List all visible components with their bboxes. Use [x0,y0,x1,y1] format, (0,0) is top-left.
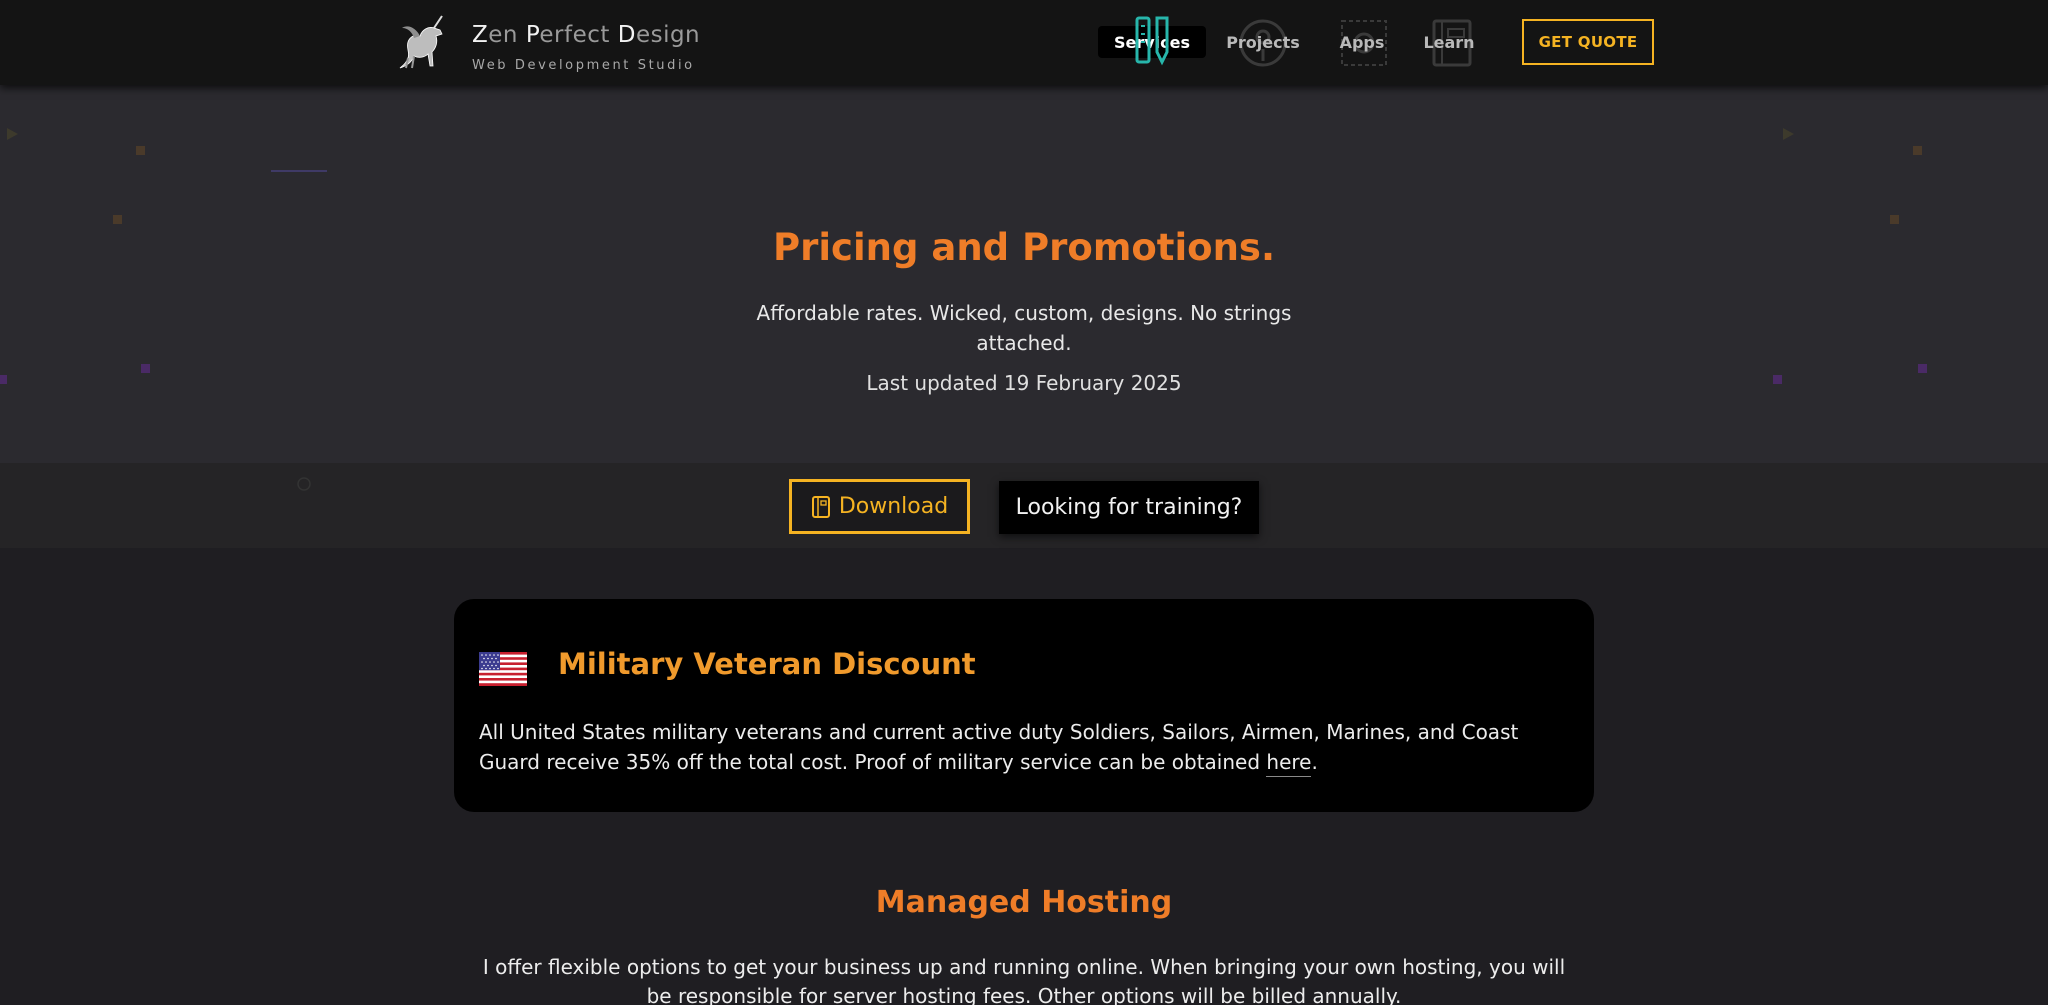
military-proof-link[interactable]: here [1266,750,1312,777]
action-band: Download Looking for training? [0,463,2048,548]
managed-hosting-text: I offer flexible options to get your bus… [482,955,1566,1005]
nav-services[interactable]: Services [1098,16,1206,67]
logo-subtitle: Web Development Studio [472,58,695,73]
nav-projects[interactable]: Projects [1218,17,1308,67]
veteran-discount-card: Military Veteran Discount All United Sta… [454,599,1594,812]
last-updated: Last updated 19 February 2025 [866,371,1182,395]
page-title: Pricing and Promotions. [772,226,1275,269]
square-decoration [1913,146,1922,155]
line-decoration [271,170,327,172]
triangle-decoration-icon [7,128,18,140]
nav-services-label: Services [1113,32,1191,52]
document-icon [811,495,830,518]
square-decoration [1890,215,1899,224]
nav-learn[interactable]: Learn [1418,17,1480,67]
hero-section: Pricing and Promotions. Affordable rates… [0,85,2048,463]
nav-apps[interactable]: Apps [1330,17,1394,67]
site-header: Zen Perfect Design Web Development Studi… [0,0,2048,85]
veteran-discount-text: All United States military veterans and … [479,717,1579,777]
circle-decoration-icon [297,477,311,491]
veteran-text-end: . [1311,750,1318,774]
us-flag-icon [479,652,527,686]
nav-learn-label: Learn [1423,32,1475,52]
veteran-discount-title: Military Veteran Discount [558,647,976,681]
triangle-decoration-icon [1783,128,1794,140]
veteran-text-body: All United States military veterans and … [479,720,1519,774]
nav-projects-label: Projects [1226,32,1300,52]
nav-apps-label: Apps [1339,32,1385,52]
training-button[interactable]: Looking for training? [999,481,1259,534]
get-quote-button[interactable]: GET QUOTE [1522,19,1654,65]
download-button[interactable]: Download [789,479,970,534]
square-decoration [136,146,145,155]
managed-hosting-title: Managed Hosting [875,885,1173,920]
square-decoration [113,215,122,224]
hero-subtitle: Affordable rates. Wicked, custom, design… [756,301,1292,355]
unicorn-logo-icon [399,15,443,69]
download-label: Download [838,494,949,519]
logo-title: Zen Perfect Design [472,22,701,48]
logo-link[interactable]: Zen Perfect Design Web Development Studi… [398,14,708,73]
